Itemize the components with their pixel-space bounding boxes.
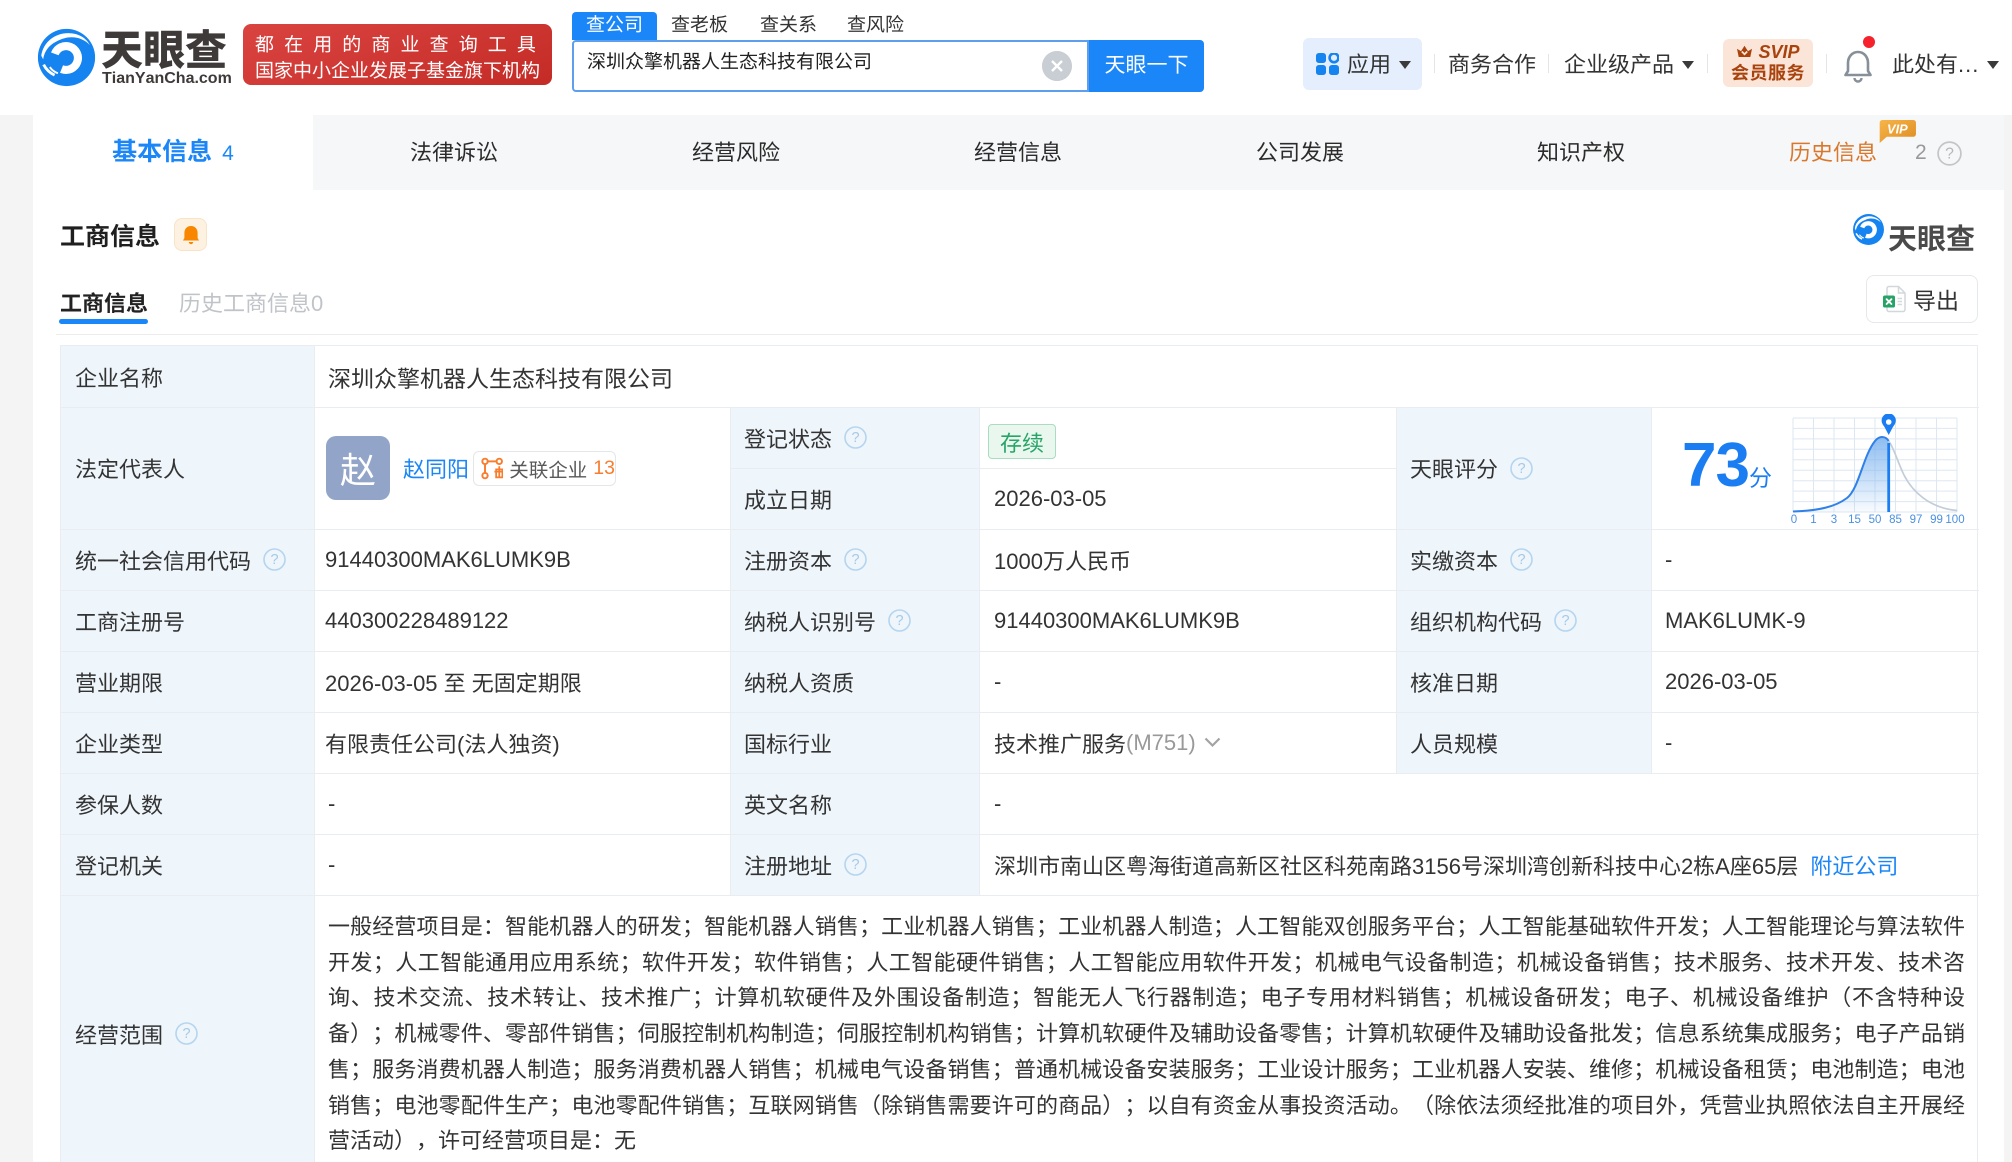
svg-text:?: ? [851, 857, 859, 873]
svg-text:?: ? [1561, 613, 1569, 629]
svg-text:?: ? [182, 1026, 190, 1042]
svg-text:99: 99 [1930, 514, 1943, 526]
svg-text:?: ? [1517, 461, 1525, 477]
svg-text:97: 97 [1910, 514, 1923, 526]
svg-text:VIP: VIP [1887, 121, 1908, 136]
svg-text:?: ? [1945, 146, 1954, 163]
svg-text:15: 15 [1848, 514, 1861, 526]
svg-text:?: ? [1517, 552, 1525, 568]
svg-text:3: 3 [1831, 514, 1837, 526]
svg-text:0: 0 [1791, 514, 1797, 526]
svg-text:50: 50 [1869, 514, 1882, 526]
svg-text:1: 1 [1810, 514, 1816, 526]
svg-text:?: ? [895, 613, 903, 629]
svg-text:?: ? [851, 430, 859, 446]
svg-text:85: 85 [1889, 514, 1902, 526]
svg-text:?: ? [270, 552, 278, 568]
svg-text:100: 100 [1945, 514, 1964, 526]
svg-text:?: ? [851, 552, 859, 568]
